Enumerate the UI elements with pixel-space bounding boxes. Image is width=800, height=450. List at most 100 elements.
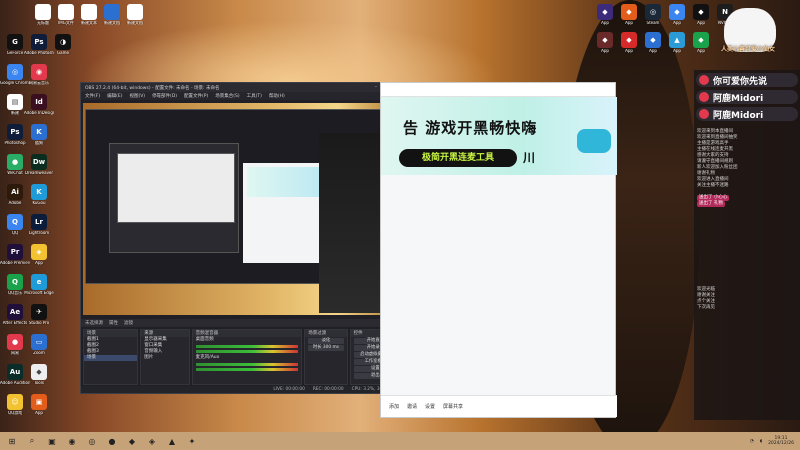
taskbar-app-icon[interactable]: ▣ <box>44 434 60 448</box>
obs-menu-item[interactable]: 文件(F) <box>85 93 100 99</box>
obs-preview[interactable] <box>83 103 401 315</box>
app-titlebar[interactable] <box>381 83 615 97</box>
volume-slider[interactable] <box>195 350 299 353</box>
obs-menu-item[interactable]: 帮助(H) <box>269 93 285 99</box>
app-icon: ◆ <box>669 4 685 20</box>
app-icon: Ps <box>7 124 23 140</box>
clock[interactable]: 19:11 2024/12/26 <box>768 436 794 446</box>
app-toolbar-item[interactable]: 邀请 <box>407 403 417 410</box>
chat-message: 关注主播不迷路 <box>697 183 729 188</box>
desktop-icon[interactable]: ◑ Game <box>48 34 78 55</box>
obs-menu-item[interactable]: 配置文件(P) <box>184 93 208 99</box>
app-icon <box>104 4 120 20</box>
app-icon: ◆ <box>621 32 637 48</box>
transition-setting[interactable]: 淡化 <box>308 338 344 344</box>
app-toolbar-item[interactable]: 设置 <box>425 403 435 410</box>
taskbar-app-icon[interactable]: ◉ <box>64 434 80 448</box>
app-toolbar-item[interactable]: 屏幕共享 <box>443 403 463 410</box>
obs-title-bar[interactable]: OBS 27.2.4 (64-bit, windows) - 配置文件: 未命名… <box>81 83 401 92</box>
app-icon <box>58 4 74 20</box>
app-icon: ◆ <box>645 32 661 48</box>
taskbar-app-icon[interactable]: ◈ <box>144 434 160 448</box>
app-icon: e <box>31 274 47 290</box>
gift-message: 送出了 礼物 <box>694 201 800 207</box>
status-text: LIVE: 00:00:00 <box>273 387 305 392</box>
desktop-icon-label: Studio Pro <box>28 321 50 325</box>
chat-messages: 欢迎来到本直播间 欢迎来到直播间抽奖 主播是游戏高手 主播在线连麦开黑 感谢大家的支持请… <box>694 129 800 189</box>
obs-window[interactable]: OBS 27.2.4 (64-bit, windows) - 配置文件: 未命名… <box>80 82 403 394</box>
app-icon: ◆ <box>621 4 637 20</box>
taskbar-app-icon[interactable]: ◎ <box>84 434 100 448</box>
chat-tag: 阿鹿Midori <box>696 107 798 121</box>
app-icon: ✈ <box>31 304 47 320</box>
status-text: REC: 00:00:00 <box>312 387 344 392</box>
app-icon: ● <box>7 154 23 170</box>
app-icon: Id <box>31 94 47 110</box>
obs-menu-item[interactable]: 工具(T) <box>247 93 262 99</box>
app-icon: Lr <box>31 214 47 230</box>
volume-icon[interactable]: ◖ <box>760 439 762 444</box>
gamepad-icon <box>577 129 611 153</box>
app-icon: Dw <box>31 154 47 170</box>
banner-pill: 极简开黑连麦工具 <box>399 149 517 167</box>
desktop-icon[interactable]: ◉ 网易云音乐 <box>24 64 54 85</box>
desktop-icon[interactable]: Lr Lightroom <box>24 214 54 235</box>
desktop-icon-label: Lightroom <box>28 231 50 235</box>
desktop-icon[interactable]: e Microsoft Edge <box>24 274 54 295</box>
obs-menu-item[interactable]: 场景集合(S) <box>215 93 239 99</box>
dock-bar-item[interactable]: 滤镜 <box>124 320 133 326</box>
app-icon: Q <box>7 274 23 290</box>
desktop-icon[interactable]: ◆ Tools <box>24 364 54 385</box>
desktop-icon[interactable]: ◈ App <box>24 244 54 265</box>
app-icon: ◑ <box>55 34 71 50</box>
chat-overlay: 你可爱你先说 阿鹿Midori 阿鹿Midori 欢迎来到本直播间 欢迎来到直播间抽奖… <box>694 70 800 420</box>
taskbar: ⊞ ⌕ ▣ ◉ ◎ ● ◆ ◈ ▲ ✦ ◔ ◖ 19:11 2024/12/26 <box>0 432 800 450</box>
desktop-icon[interactable]: K KuGou <box>24 184 54 205</box>
app-icon: ● <box>7 334 23 350</box>
dock-bar-item[interactable]: 属性 <box>109 320 118 326</box>
obs-menu-item[interactable]: 编辑(E) <box>107 93 122 99</box>
chat-gifts: 送出了 小心心 送出了 礼物 <box>694 195 800 207</box>
desktop-icon[interactable]: Id Adobe InDesign <box>24 94 54 115</box>
network-icon[interactable]: ◔ <box>750 439 754 444</box>
dock-bar-item[interactable]: 未选择源 <box>85 320 103 326</box>
chat-message: 下次再见 <box>697 305 715 310</box>
app-icon: ◆ <box>693 4 709 20</box>
promo-banner[interactable]: 告 游戏开黑畅快嗨 极简开黑连麦工具 川 <box>381 97 617 175</box>
desktop-icon-label: Adobe InDesign <box>24 111 54 115</box>
desktop-icon[interactable]: ▣ App <box>24 394 54 415</box>
taskbar-app-icon[interactable]: ● <box>104 434 120 448</box>
start-button[interactable]: ⊞ <box>4 434 20 448</box>
minimize-icon[interactable]: – <box>375 85 377 90</box>
taskbar-app-icon[interactable]: ◆ <box>124 434 140 448</box>
mixer-list: 桌面音频 麦克风/Aux <box>193 337 302 371</box>
scenes-list: 截图1 截图2 截图3 场景 <box>84 337 138 361</box>
scene-item[interactable]: 场景 <box>84 355 138 361</box>
desktop-icon[interactable]: ✈ Studio Pro <box>24 304 54 325</box>
desktop-icon[interactable]: K 酷狗 <box>24 124 54 145</box>
desktop-icon-label: 酷狗 <box>35 141 43 145</box>
platform-icon <box>699 109 709 119</box>
source-item[interactable]: 图片 <box>141 355 188 361</box>
desktop-icon[interactable]: ▭ Zoom <box>24 334 54 355</box>
obs-menu-item[interactable]: 视图(V) <box>129 93 145 99</box>
app-window[interactable]: 告 游戏开黑畅快嗨 极简开黑连麦工具 川 添加 邀请 设置 屏幕共享 <box>380 82 617 418</box>
taskbar-app-icon[interactable]: ▲ <box>164 434 180 448</box>
mixer-dock: 音频混音器 桌面音频 麦克风/Aux <box>191 329 303 385</box>
transition-setting[interactable]: 时长 300 ms <box>308 345 344 351</box>
desktop-icon[interactable]: Dw Dreamweaver <box>24 154 54 175</box>
desktop-icon[interactable]: 新建文档 <box>120 4 150 25</box>
app-icon: Ai <box>7 184 23 200</box>
obs-menu-item[interactable]: 停靠部件(D) <box>152 93 177 99</box>
chat-tag-label: 阿鹿Midori <box>713 93 764 104</box>
volume-slider[interactable] <box>195 368 299 371</box>
obs-status-bar: LIVE: 00:00:00 REC: 00:00:00 CPU: 3.2%, 30… <box>81 386 401 393</box>
volume-meter <box>195 363 299 366</box>
app-toolbar-item[interactable]: 添加 <box>389 403 399 410</box>
taskbar-app-icon[interactable]: ✦ <box>184 434 200 448</box>
app-icon: ▭ <box>31 334 47 350</box>
chat-tag: 阿鹿Midori <box>696 90 798 104</box>
chat-tag-label: 你可爱你先说 <box>713 76 768 87</box>
app-icon: Au <box>7 364 23 380</box>
taskbar-app-icon[interactable]: ⌕ <box>24 434 40 448</box>
